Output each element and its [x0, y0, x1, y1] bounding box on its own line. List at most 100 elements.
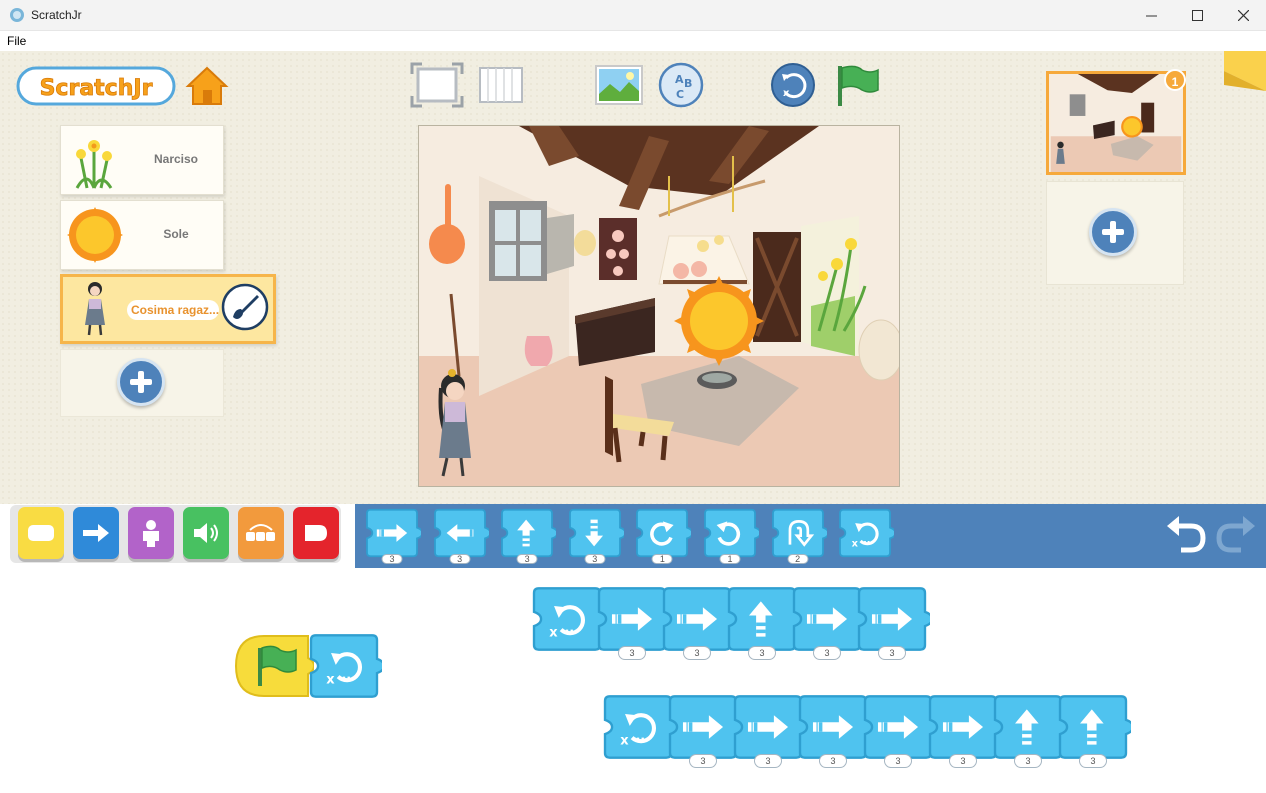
block-value[interactable]: 3	[449, 553, 471, 564]
svg-text:ScratchJr: ScratchJr	[40, 76, 153, 101]
menu-file[interactable]: File	[7, 34, 26, 48]
svg-text:x: x	[852, 538, 859, 549]
grid-icon[interactable]	[478, 66, 524, 104]
reset-icon[interactable]: x	[770, 62, 816, 108]
block-value[interactable]: 3	[754, 754, 782, 768]
person-icon	[143, 520, 159, 547]
go-home-icon: x	[839, 508, 897, 558]
green-flag-icon[interactable]	[834, 62, 882, 110]
palette-block-go-home[interactable]: x	[836, 508, 897, 558]
background-icon[interactable]	[594, 64, 644, 106]
block-value[interactable]: 3	[618, 646, 646, 660]
script-block-move-right[interactable]: 3	[854, 586, 934, 664]
block-value[interactable]: 3	[1014, 754, 1042, 768]
home-icon[interactable]	[184, 64, 230, 108]
move-up-icon	[501, 508, 559, 558]
script-block-move-up[interactable]: 3	[1055, 694, 1135, 772]
arrow-right-icon	[83, 524, 109, 542]
block-value[interactable]: 3	[683, 646, 711, 660]
block-value[interactable]: 1	[719, 553, 741, 564]
add-page-panel	[1046, 181, 1184, 285]
move-right-icon	[366, 508, 424, 558]
block-value[interactable]: 2	[787, 553, 809, 564]
redo-icon[interactable]	[1213, 512, 1259, 558]
block-value[interactable]: 1	[651, 553, 673, 564]
palette-block-hop[interactable]: 2	[769, 508, 829, 567]
editor-area: ScratchJr A B C x Narciso Sole Cosima ra…	[0, 51, 1266, 504]
svg-text:x: x	[783, 88, 790, 99]
category-bar	[10, 505, 341, 563]
stage[interactable]	[418, 125, 900, 487]
end-block-icon	[305, 525, 327, 541]
page-thumbnail-1[interactable]	[1046, 71, 1186, 175]
window-title: ScratchJr	[31, 8, 82, 22]
sprite-name: Cosima ragaz...	[127, 300, 219, 320]
block-value[interactable]: 3	[1079, 754, 1107, 768]
move-down-icon	[568, 508, 627, 558]
go-home-icon: x	[309, 634, 386, 698]
control-blocks-icon	[246, 524, 275, 541]
sprite-name: Sole	[163, 227, 189, 241]
block-value[interactable]: 3	[584, 553, 606, 564]
add-page-button[interactable]	[1089, 208, 1137, 256]
svg-text:B: B	[684, 77, 692, 90]
text-icon[interactable]: A B C	[658, 62, 704, 108]
palette-block-turn-right[interactable]: 1	[633, 508, 694, 567]
project-info-corner[interactable]	[1224, 51, 1266, 91]
window-titlebar: ScratchJr	[0, 0, 1266, 31]
script-area[interactable]: x x 3 3 3 3 3 x 3 3 3 3 3 3 3	[0, 568, 1266, 793]
svg-text:x: x	[549, 626, 558, 641]
palette-block-move-up[interactable]: 3	[498, 508, 559, 567]
palette-block-move-right[interactable]: 3	[363, 508, 424, 567]
block-value[interactable]: 3	[381, 553, 403, 564]
svg-text:x: x	[620, 734, 629, 749]
sprite-card-narciso[interactable]: Narciso	[60, 125, 224, 195]
category-control[interactable]	[238, 507, 284, 559]
hop-icon	[771, 508, 829, 558]
menu-bar: File	[0, 31, 1266, 51]
palette-block-turn-left[interactable]: 1	[701, 508, 762, 567]
add-sprite-button[interactable]	[117, 358, 165, 406]
daffodil-thumbnail	[75, 140, 113, 189]
green-flag-trigger-block[interactable]	[234, 634, 316, 698]
move-right-icon	[857, 587, 934, 651]
add-sprite-panel	[60, 349, 224, 417]
block-value[interactable]: 3	[516, 553, 538, 564]
block-value[interactable]: 3	[949, 754, 977, 768]
block-value[interactable]: 3	[689, 754, 717, 768]
green-flag-icon	[234, 635, 316, 697]
category-looks[interactable]	[128, 507, 174, 559]
scratchjr-app-icon	[10, 8, 24, 22]
category-sound[interactable]	[183, 507, 229, 559]
undo-icon[interactable]	[1163, 512, 1209, 558]
block-value[interactable]: 3	[819, 754, 847, 768]
sprite-name: Narciso	[153, 152, 199, 166]
scratchjr-logo[interactable]: ScratchJr	[16, 64, 176, 108]
block-value[interactable]: 3	[878, 646, 906, 660]
paint-editor-icon[interactable]	[221, 283, 269, 331]
maximize-button[interactable]	[1174, 0, 1220, 31]
block-value[interactable]: 3	[884, 754, 912, 768]
fullscreen-icon[interactable]	[410, 62, 464, 108]
palette-block-move-left[interactable]: 3	[431, 508, 491, 567]
maximize-icon	[1191, 10, 1203, 21]
minimize-button[interactable]	[1128, 0, 1174, 31]
palette-block-move-down[interactable]: 3	[566, 508, 627, 567]
svg-text:A: A	[675, 73, 684, 86]
block-palette: 3 3 3 3 1 1 2 x	[355, 504, 1266, 568]
block-value[interactable]: 3	[813, 646, 841, 660]
block-value[interactable]: 3	[748, 646, 776, 660]
move-up-icon	[1058, 695, 1135, 759]
sprite-card-cosima[interactable]: Cosima ragaz...	[60, 274, 276, 344]
category-end[interactable]	[293, 507, 339, 559]
trigger-block-icon	[28, 525, 54, 541]
category-triggering[interactable]	[18, 507, 64, 559]
page-number-badge: 1	[1164, 69, 1186, 91]
sun-thumbnail	[67, 207, 123, 263]
stage-scene	[419, 126, 899, 486]
script-block-go-home[interactable]: x	[306, 633, 386, 699]
sprite-card-sole[interactable]: Sole	[60, 200, 224, 270]
svg-text:x: x	[326, 673, 335, 688]
close-button[interactable]	[1220, 0, 1266, 31]
category-motion[interactable]	[73, 507, 119, 559]
